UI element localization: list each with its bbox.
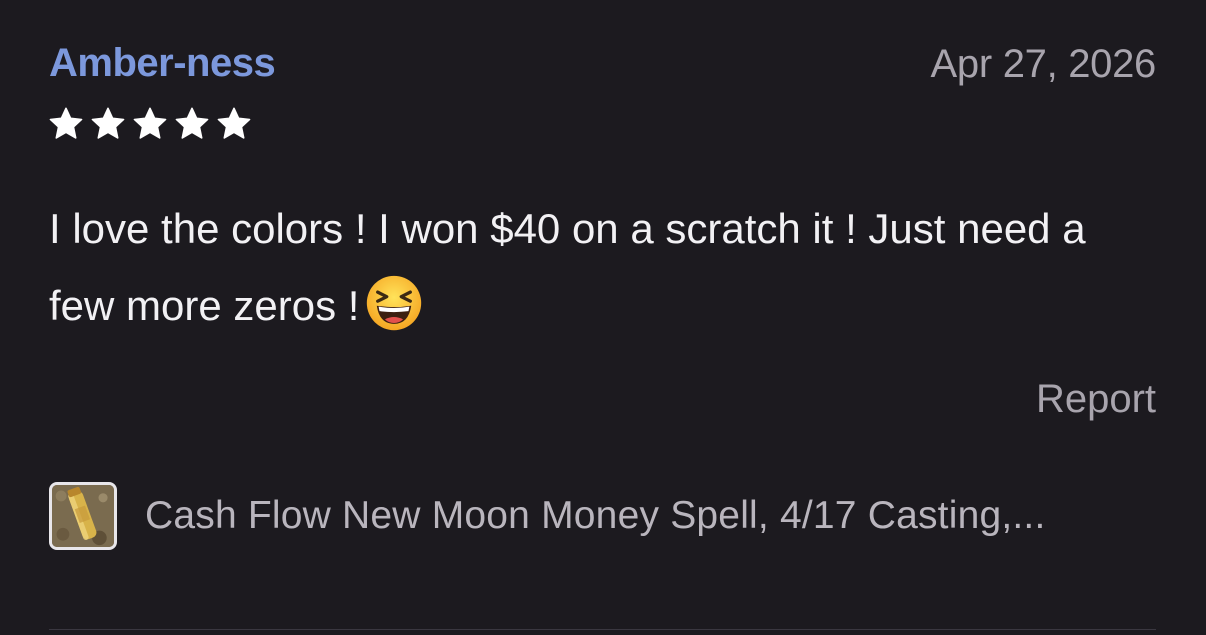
divider (49, 629, 1156, 630)
star-icon (217, 107, 251, 139)
star-rating (48, 106, 252, 142)
review-body: I love the colors ! I won $40 on a scrat… (49, 205, 1086, 329)
star-icon (49, 107, 83, 139)
star-icon (91, 107, 125, 139)
reviewer-name[interactable]: Amber-ness (49, 41, 276, 86)
star-icon (133, 107, 167, 139)
review-card: Amber-ness Apr 27, 2026 I love the color… (0, 0, 1206, 635)
star-icon (175, 107, 209, 139)
grinning-squinting-face-icon (367, 275, 422, 331)
product-link[interactable]: Cash Flow New Moon Money Spell, 4/17 Cas… (49, 482, 1046, 550)
product-thumbnail-image[interactable] (49, 482, 117, 550)
review-date: Apr 27, 2026 (930, 42, 1157, 86)
product-title[interactable]: Cash Flow New Moon Money Spell, 4/17 Cas… (145, 494, 1046, 538)
review-text: I love the colors ! I won $40 on a scrat… (49, 190, 1149, 344)
report-link[interactable]: Report (1036, 377, 1156, 422)
